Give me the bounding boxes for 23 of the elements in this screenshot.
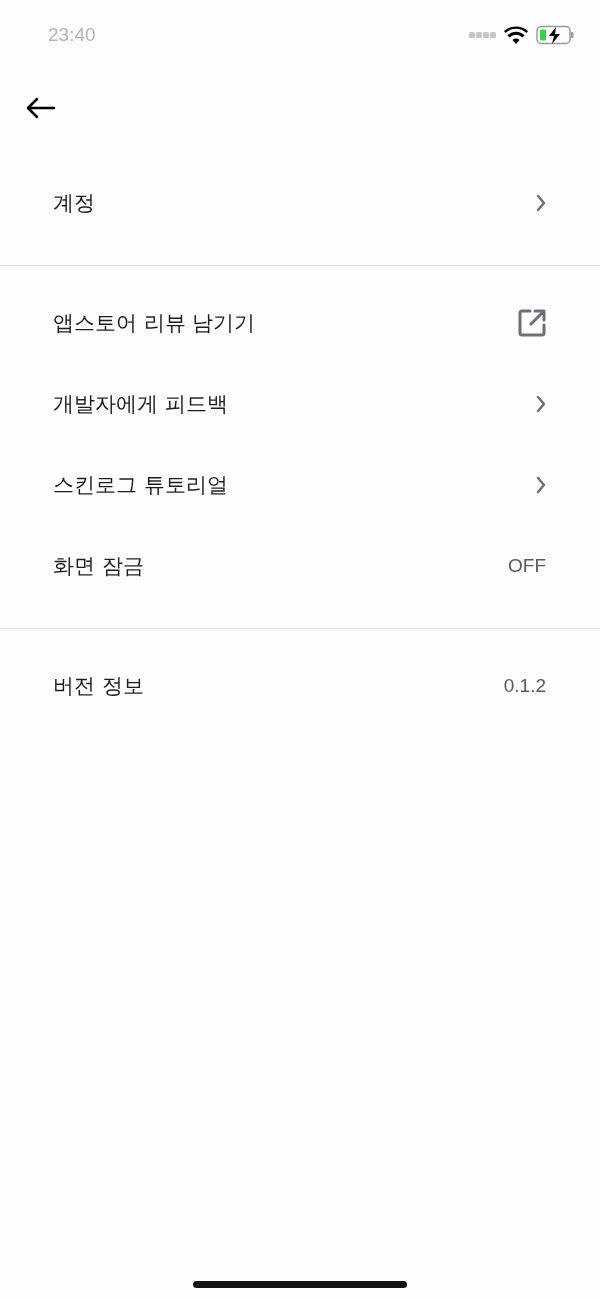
signal-icon (469, 32, 496, 38)
battery-icon (536, 25, 574, 45)
setting-label: 계정 (53, 189, 95, 217)
settings-row[interactable]: 개발자에게 피드백 (0, 363, 600, 444)
wifi-icon (504, 26, 528, 44)
chevron-right-icon (536, 394, 546, 413)
status-time: 23:40 (48, 24, 96, 46)
setting-label: 버전 정보 (53, 672, 144, 700)
setting-label: 앱스토어 리뷰 남기기 (53, 309, 256, 337)
chevron-right-icon (536, 475, 546, 494)
settings-row[interactable]: 계정 (0, 162, 600, 243)
settings-row[interactable]: 버전 정보 0.1.2 (0, 645, 600, 726)
setting-value: OFF (508, 554, 546, 577)
setting-label: 개발자에게 피드백 (53, 390, 228, 418)
setting-label: 스킨로그 튜토리얼 (53, 471, 228, 499)
setting-value: 0.1.2 (503, 674, 546, 697)
external-link-icon (518, 308, 546, 337)
settings-row[interactable]: 앱스토어 리뷰 남기기 (0, 282, 600, 363)
settings-row[interactable]: 스킨로그 튜토리얼 (0, 444, 600, 525)
chevron-right-icon (536, 193, 546, 212)
back-button[interactable] (26, 97, 56, 119)
settings-row[interactable]: 화면 잠금 OFF (0, 525, 600, 606)
setting-label: 화면 잠금 (53, 552, 144, 580)
